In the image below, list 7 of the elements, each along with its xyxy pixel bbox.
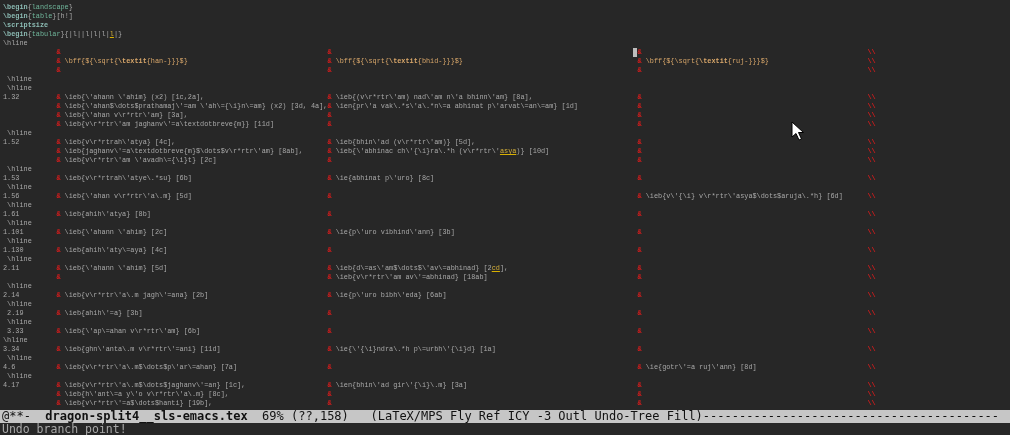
modified-status: @**- <box>2 409 31 423</box>
mouse-pointer-icon <box>791 121 805 141</box>
mode-line-fill: ----------------------------------------- <box>702 409 1000 423</box>
echo-message: Undo branch point! <box>2 422 127 435</box>
mode-list: (LaTeX/MPS Fly Ref ICY -3 Outl Undo-Tree Fill) <box>370 409 703 423</box>
buffer-name: dragon-split4__sls-emacs.tex <box>45 409 248 423</box>
buffer-position: 69% (??,158) <box>262 409 349 423</box>
